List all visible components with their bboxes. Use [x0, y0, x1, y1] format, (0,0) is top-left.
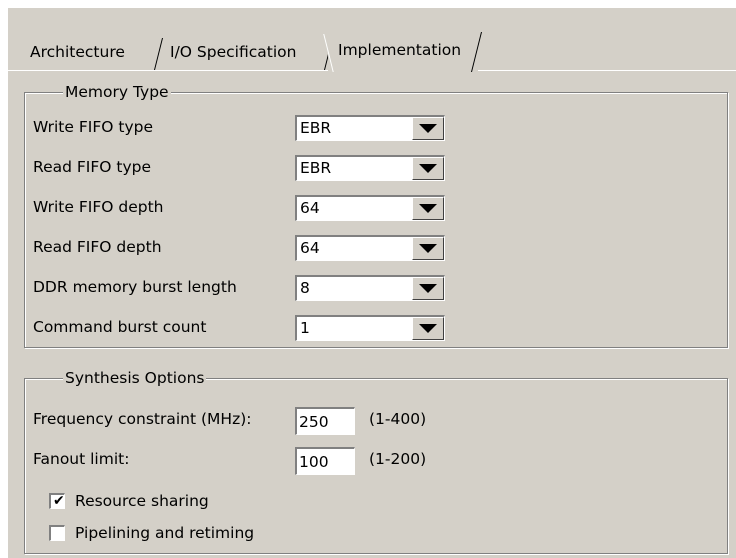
read-fifo-depth-row: Read FIFO depth 64 [33, 235, 723, 263]
fanout-limit-range: (1-200) [369, 450, 427, 468]
command-burst-count-select[interactable]: 1 [295, 315, 445, 341]
ddr-burst-length-label: DDR memory burst length [33, 278, 237, 296]
write-fifo-type-select[interactable]: EBR [295, 115, 445, 141]
memory-type-title: Memory Type [63, 82, 171, 102]
frequency-constraint-input[interactable] [295, 407, 355, 435]
command-burst-count-value: 1 [300, 319, 310, 337]
write-fifo-depth-row: Write FIFO depth 64 [33, 195, 723, 223]
tab-architecture-label: Architecture [30, 43, 125, 61]
ddr-burst-length-row: DDR memory burst length 8 [33, 275, 723, 303]
read-fifo-depth-select[interactable]: 64 [295, 235, 445, 261]
write-fifo-type-value: EBR [300, 119, 332, 137]
write-fifo-depth-select[interactable]: 64 [295, 195, 445, 221]
command-burst-count-label: Command burst count [33, 318, 207, 336]
write-fifo-depth-label: Write FIFO depth [33, 198, 164, 216]
read-fifo-type-value: EBR [300, 159, 332, 177]
synthesis-options-group: Synthesis Options Frequency constraint (… [24, 368, 728, 554]
frequency-constraint-label: Frequency constraint (MHz): [33, 410, 252, 428]
chevron-down-icon [419, 284, 437, 293]
write-fifo-type-dropdown-button[interactable] [412, 117, 444, 140]
pipelining-label: Pipelining and retiming [75, 524, 255, 542]
read-fifo-depth-value: 64 [300, 239, 320, 257]
write-fifo-type-label: Write FIFO type [33, 118, 154, 136]
fanout-limit-label: Fanout limit: [33, 450, 130, 468]
read-fifo-type-dropdown-button[interactable] [412, 157, 444, 180]
memory-type-group: Memory Type Write FIFO type EBR Read FIF… [24, 82, 728, 348]
read-fifo-depth-label: Read FIFO depth [33, 238, 162, 256]
tab-architecture[interactable]: Architecture [26, 28, 163, 70]
check-icon: ✔ [53, 493, 65, 509]
resource-sharing-label: Resource sharing [75, 492, 209, 510]
fanout-limit-input[interactable] [295, 447, 355, 475]
command-burst-count-dropdown-button[interactable] [412, 317, 444, 340]
synthesis-options-title: Synthesis Options [63, 368, 207, 388]
tab-strip: Architecture I/O Specification Implement… [8, 8, 736, 72]
implementation-dialog: Architecture I/O Specification Implement… [8, 8, 736, 558]
pipelining-checkbox[interactable] [49, 525, 65, 541]
resource-sharing-checkbox[interactable]: ✔ [49, 493, 65, 509]
read-fifo-type-row: Read FIFO type EBR [33, 155, 723, 183]
read-fifo-type-label: Read FIFO type [33, 158, 152, 176]
write-fifo-depth-value: 64 [300, 199, 320, 217]
tab-divider [154, 38, 163, 70]
command-burst-count-row: Command burst count 1 [33, 315, 723, 343]
chevron-down-icon [419, 324, 437, 333]
chevron-down-icon [419, 244, 437, 253]
tab-io-specification[interactable]: I/O Specification [166, 28, 333, 70]
frequency-constraint-row: Frequency constraint (MHz): (1-400) [33, 407, 723, 435]
chevron-down-icon [419, 164, 437, 173]
read-fifo-depth-dropdown-button[interactable] [412, 237, 444, 260]
ddr-burst-length-value: 8 [300, 279, 310, 297]
read-fifo-type-select[interactable]: EBR [295, 155, 445, 181]
write-fifo-type-row: Write FIFO type EBR [33, 115, 723, 143]
tab-implementation-label: Implementation [338, 41, 462, 59]
tab-io-specification-label: I/O Specification [170, 43, 297, 61]
tab-implementation[interactable]: Implementation [323, 26, 482, 72]
fanout-limit-row: Fanout limit: (1-200) [33, 447, 723, 475]
chevron-down-icon [419, 204, 437, 213]
frequency-constraint-range: (1-400) [369, 410, 427, 428]
pipelining-option[interactable]: Pipelining and retiming [49, 521, 254, 545]
ddr-burst-length-dropdown-button[interactable] [412, 277, 444, 300]
chevron-down-icon [419, 124, 437, 133]
ddr-burst-length-select[interactable]: 8 [295, 275, 445, 301]
tab-divider [471, 32, 482, 72]
write-fifo-depth-dropdown-button[interactable] [412, 197, 444, 220]
resource-sharing-option[interactable]: ✔ Resource sharing [49, 489, 209, 513]
